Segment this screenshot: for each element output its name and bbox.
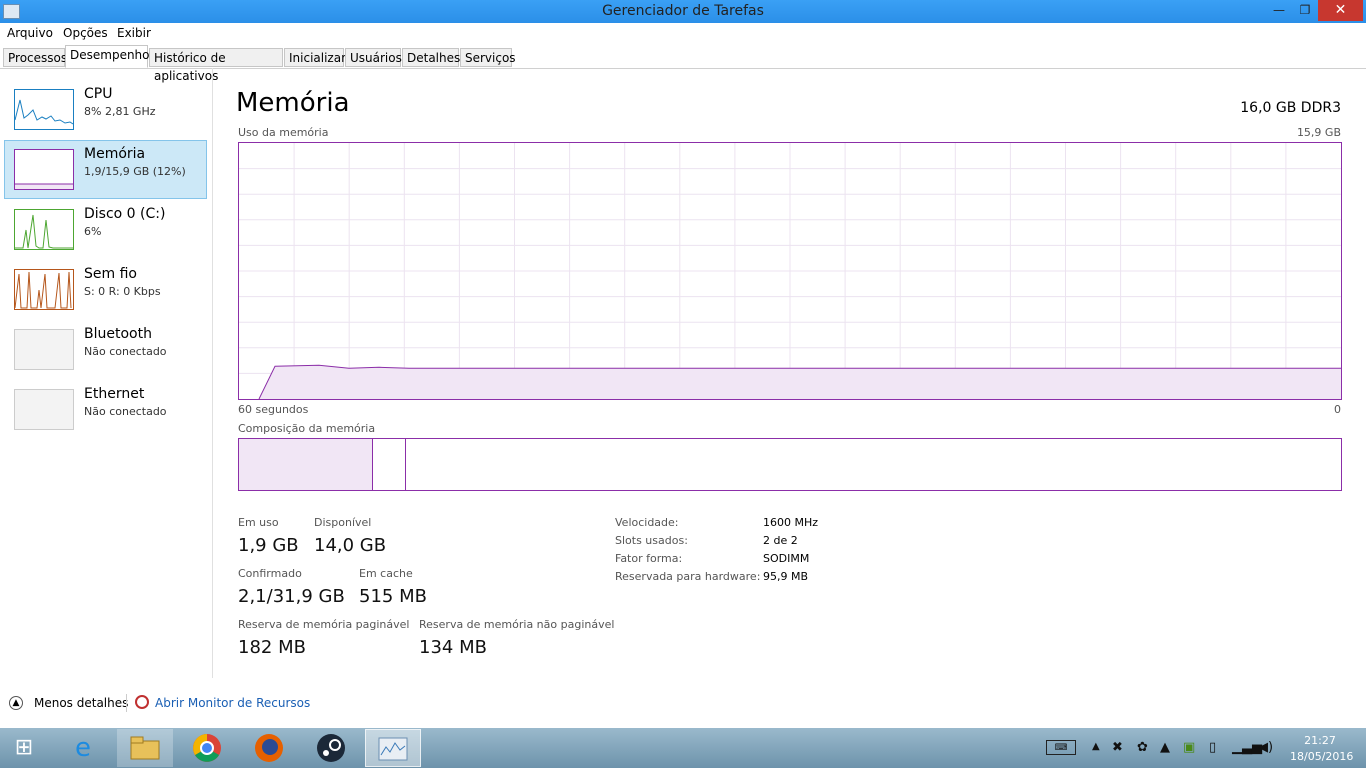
usage-graph-label: Uso da memória — [238, 126, 329, 139]
ethernet-graph-icon — [14, 389, 74, 430]
sidebar-item-label: CPU — [84, 86, 113, 102]
steam-icon[interactable] — [303, 729, 359, 767]
sidebar-item-detail: 8% 2,81 GHz — [84, 105, 156, 118]
sidebar-item-cpu[interactable]: CPU 8% 2,81 GHz — [4, 80, 207, 139]
stat-value: 14,0 GB — [314, 535, 387, 556]
tab-strip: Processos Desempenho Histórico de aplica… — [0, 43, 1366, 83]
sidebar-item-label: Disco 0 (C:) — [84, 206, 166, 222]
maximize-button[interactable]: ❐ — [1291, 0, 1319, 21]
memory-panel: Memória 16,0 GB DDR3 Uso da memória 15,9… — [214, 68, 1366, 678]
window-title: Gerenciador de Tarefas — [602, 3, 764, 19]
title-bar: Gerenciador de Tarefas — ❐ ✕ — [0, 0, 1366, 23]
sidebar-item-memoria[interactable]: Memória 1,9/15,9 GB (12%) — [4, 140, 207, 199]
composition-in-use — [239, 439, 373, 490]
keyboard-icon[interactable]: ⌨ — [1046, 740, 1076, 755]
memory-composition-bar — [238, 438, 1342, 491]
spec-value: 95,9 MB — [763, 570, 809, 583]
sidebar-item-label: Sem fio — [84, 266, 137, 282]
minimize-button[interactable]: — — [1265, 0, 1293, 21]
stat-label: Em cache — [359, 567, 413, 580]
sidebar-item-detail: S: 0 R: 0 Kbps — [84, 285, 161, 298]
sidebar-item-detail: Não conectado — [84, 405, 167, 418]
spec-value: SODIMM — [763, 552, 810, 565]
chrome-icon[interactable] — [179, 729, 235, 767]
memory-total: 16,0 GB DDR3 — [1240, 100, 1341, 116]
graph-time-right: 0 — [1334, 403, 1341, 416]
cpu-graph-icon — [14, 89, 74, 130]
sidebar-item-label: Ethernet — [84, 386, 145, 402]
resource-sidebar: CPU 8% 2,81 GHz Memória 1,9/15,9 GB (12%… — [0, 68, 213, 678]
tab-processos[interactable]: Processos — [3, 48, 67, 67]
clock-date[interactable]: 18/05/2016 — [1290, 750, 1353, 763]
nvidia-icon[interactable]: ▣ — [1183, 740, 1195, 755]
wifi-graph-icon — [14, 269, 74, 310]
composition-modified — [373, 439, 406, 490]
stat-value: 2,1/31,9 GB — [238, 586, 345, 607]
tab-desempenho[interactable]: Desempenho — [65, 45, 150, 68]
menu-arquivo[interactable]: Arquivo — [7, 26, 53, 40]
clock-time[interactable]: 21:27 — [1290, 734, 1350, 747]
close-button[interactable]: ✕ — [1318, 0, 1363, 21]
sidebar-item-detail: 1,9/15,9 GB (12%) — [84, 165, 186, 178]
taskbar: ⊞ e ⌨ ▲ ✖ ✿ ▲ ▣ ▯ ▁▃▅ ◀) 21:27 18/05/201… — [0, 728, 1366, 768]
volume-icon[interactable]: ◀) — [1258, 740, 1273, 755]
menu-opcoes[interactable]: Opções — [63, 26, 108, 40]
footer-bar: ▲ Menos detalhes Abrir Monitor de Recurs… — [0, 690, 1366, 718]
sidebar-item-label: Bluetooth — [84, 326, 152, 342]
stat-label: Reserva de memória paginável — [238, 618, 410, 631]
stat-value: 1,9 GB — [238, 535, 299, 556]
task-manager-icon[interactable] — [365, 729, 421, 767]
less-details-link[interactable]: Menos detalhes — [34, 696, 128, 710]
menu-bar: Arquivo Opções Exibir — [0, 23, 1366, 43]
tab-usuarios[interactable]: Usuários — [345, 48, 402, 67]
sidebar-item-label: Memória — [84, 146, 146, 162]
disk-graph-icon — [14, 209, 74, 250]
file-explorer-icon[interactable] — [117, 729, 173, 767]
usage-graph-max: 15,9 GB — [1296, 126, 1341, 139]
sidebar-item-disco[interactable]: Disco 0 (C:) 6% — [4, 200, 207, 259]
spec-label: Fator forma: — [615, 552, 683, 565]
stat-label: Em uso — [238, 516, 279, 529]
chevron-up-icon[interactable]: ▲ — [9, 696, 23, 710]
internet-explorer-icon[interactable]: e — [55, 729, 111, 767]
spec-label: Reservada para hardware: — [615, 570, 761, 583]
stat-label: Reserva de memória não paginável — [419, 618, 615, 631]
spec-label: Slots usados: — [615, 534, 688, 547]
tray-app-icon[interactable]: ✖ — [1112, 740, 1123, 755]
spec-value: 2 de 2 — [763, 534, 798, 547]
sidebar-item-bluetooth[interactable]: Bluetooth Não conectado — [4, 320, 207, 379]
firefox-icon[interactable] — [241, 729, 297, 767]
tray-sync-icon[interactable]: ✿ — [1137, 740, 1148, 755]
stat-label: Disponível — [314, 516, 372, 529]
spec-label: Velocidade: — [615, 516, 679, 529]
composition-label: Composição da memória — [238, 422, 376, 435]
battery-icon[interactable]: ▯ — [1209, 740, 1216, 755]
tab-historico[interactable]: Histórico de aplicativos — [149, 48, 283, 83]
resource-monitor-icon — [135, 695, 149, 709]
page-title: Memória — [236, 88, 350, 118]
tab-detalhes[interactable]: Detalhes — [402, 48, 460, 67]
memory-usage-graph — [238, 142, 1342, 400]
stat-label: Confirmado — [238, 567, 302, 580]
start-icon[interactable]: ⊞ — [0, 729, 48, 767]
tab-inicializar[interactable]: Inicializar — [284, 48, 346, 67]
sidebar-item-ethernet[interactable]: Ethernet Não conectado — [4, 380, 207, 439]
footer-divider — [126, 694, 127, 712]
sidebar-item-detail: Não conectado — [84, 345, 167, 358]
stat-value: 134 MB — [419, 637, 487, 658]
tray-chevron-icon[interactable]: ▲ — [1092, 741, 1100, 752]
graph-time-left: 60 segundos — [238, 403, 309, 416]
google-drive-icon[interactable]: ▲ — [1160, 740, 1170, 755]
stat-value: 515 MB — [359, 586, 427, 607]
sidebar-item-detail: 6% — [84, 225, 102, 238]
memory-graph-icon — [14, 149, 74, 190]
sidebar-item-sem-fio[interactable]: Sem fio S: 0 R: 0 Kbps — [4, 260, 207, 319]
bluetooth-graph-icon — [14, 329, 74, 370]
stat-value: 182 MB — [238, 637, 306, 658]
open-resource-monitor-link[interactable]: Abrir Monitor de Recursos — [155, 696, 310, 710]
spec-value: 1600 MHz — [763, 516, 819, 529]
menu-exibir[interactable]: Exibir — [117, 26, 151, 40]
tab-servicos[interactable]: Serviços — [460, 48, 516, 67]
